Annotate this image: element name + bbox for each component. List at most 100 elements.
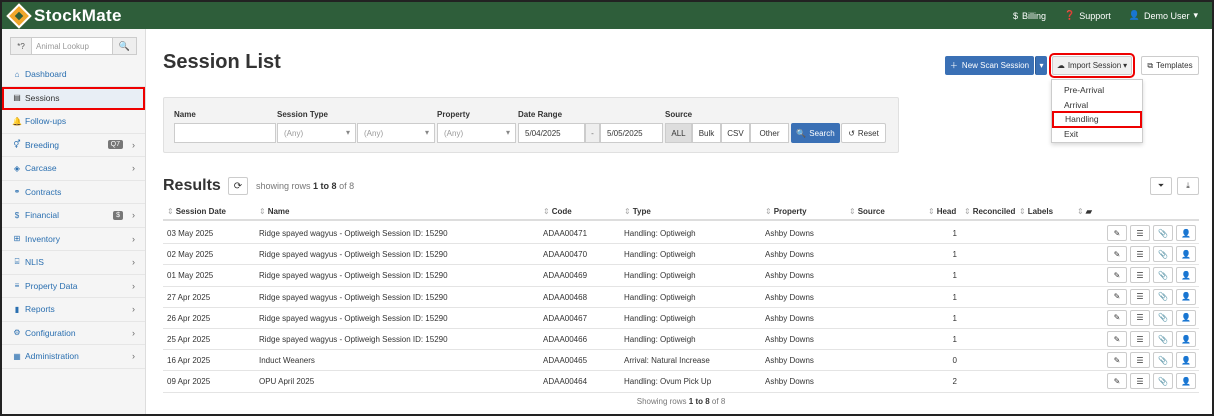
list-icon[interactable]: ☰ xyxy=(1130,373,1150,390)
paperclip-icon[interactable]: 📎 xyxy=(1153,225,1173,241)
user-icon[interactable]: 👤 xyxy=(1176,246,1196,263)
sidebar-item-property-data[interactable]: ≡ Property Data › xyxy=(2,275,145,298)
paperclip-icon[interactable]: 📎 xyxy=(1153,352,1173,369)
user-icon[interactable]: 👤 xyxy=(1176,225,1196,241)
paperclip-icon[interactable]: 📎 xyxy=(1153,373,1173,390)
search-button[interactable]: 🔍 Search xyxy=(791,123,840,143)
sidebar-item-breeding[interactable]: ⚥ Breeding Q7 › xyxy=(2,134,145,157)
refresh-icon[interactable]: ⟳ xyxy=(228,177,248,195)
sidebar-item-carcase[interactable]: ◈ Carcase › xyxy=(2,157,145,181)
table-row[interactable]: 01 May 2025 Ridge spayed wagyus - Optiwei… xyxy=(163,265,1199,287)
sidebar-item-administration[interactable]: ▦ Administration › xyxy=(2,345,145,369)
list-icon[interactable]: ☰ xyxy=(1130,246,1150,263)
edit-icon[interactable]: ✎ xyxy=(1107,246,1127,263)
col-type[interactable]: ⇕ Type xyxy=(624,207,651,216)
table-row[interactable]: 25 Apr 2025 Ridge spayed wagyus - Optiwei… xyxy=(163,329,1199,351)
cell-type: Handling: Optiweigh xyxy=(624,313,696,323)
col-reconciled[interactable]: ⇕ Reconciled xyxy=(964,207,1015,216)
list-icon[interactable]: ☰ xyxy=(1130,352,1150,369)
session-type-select[interactable]: (Any) xyxy=(277,123,356,143)
col-name[interactable]: ⇕ Name xyxy=(259,207,290,216)
source-bulk-toggle[interactable]: Bulk xyxy=(692,123,721,143)
user-menu[interactable]: 👤 Demo User ▾ xyxy=(1129,10,1198,21)
edit-icon[interactable]: ✎ xyxy=(1107,288,1127,305)
edit-icon[interactable]: ✎ xyxy=(1107,309,1127,326)
property-select[interactable]: (Any) xyxy=(437,123,516,143)
list-icon[interactable]: ☰ xyxy=(1130,309,1150,326)
list-icon[interactable]: ☰ xyxy=(1130,331,1150,347)
paperclip-icon[interactable]: 📎 xyxy=(1153,267,1173,284)
source-csv-toggle[interactable]: CSV xyxy=(721,123,750,143)
user-icon[interactable]: 👤 xyxy=(1176,288,1196,305)
new-scan-session-dropdown[interactable]: ▾ xyxy=(1035,56,1047,75)
menu-item-arrival[interactable]: Arrival xyxy=(1052,98,1142,113)
table-row[interactable]: 02 May 2025 Ridge spayed wagyus - Optiwei… xyxy=(163,244,1199,266)
paperclip-icon[interactable]: 📎 xyxy=(1153,246,1173,263)
billing-link[interactable]: $ Billing xyxy=(1013,10,1046,21)
col-property[interactable]: ⇕ Property xyxy=(765,207,807,216)
paperclip-icon[interactable]: 📎 xyxy=(1153,331,1173,347)
sidebar-item-configuration[interactable]: ⚙ Configuration › xyxy=(2,322,145,345)
sidebar-item-reports[interactable]: ▮ Reports › xyxy=(2,298,145,322)
reset-button[interactable]: ↺ Reset xyxy=(841,123,886,143)
cell-head: 0 xyxy=(952,356,957,366)
table-row[interactable]: 26 Apr 2025 Ridge spayed wagyus - Optiwei… xyxy=(163,308,1199,329)
download-icon[interactable]: ⤓ xyxy=(1177,177,1199,195)
session-subtype-select[interactable]: (Any) xyxy=(357,123,435,143)
import-session-button[interactable]: ☁ Import Session ▾ xyxy=(1049,53,1135,78)
sidebar-item-contracts[interactable]: ⚭ Contracts xyxy=(2,181,145,204)
col-source[interactable]: ⇕ Source xyxy=(849,207,885,216)
app-logo[interactable]: StockMate xyxy=(6,2,122,29)
source-other-toggle[interactable]: Other xyxy=(750,123,789,143)
sidebar-item-financial[interactable]: $ Financial $ › xyxy=(2,204,145,228)
col-head[interactable]: ⇕ Head xyxy=(928,207,956,216)
sidebar-item-sessions[interactable]: ▤ Sessions xyxy=(2,86,145,110)
col-session-date[interactable]: ⇕ Session Date xyxy=(167,207,226,216)
name-filter-input[interactable] xyxy=(174,123,276,143)
user-icon[interactable]: 👤 xyxy=(1176,373,1196,390)
sidebar-item-nlis[interactable]: ⌸ NLIS › xyxy=(2,251,145,275)
sidebar-item-dashboard[interactable]: ⌂ Dashboard xyxy=(2,63,145,87)
list-icon[interactable]: ☰ xyxy=(1130,225,1150,241)
menu-item-handling[interactable]: Handling xyxy=(1052,111,1142,128)
sidebar-item-inventory[interactable]: ⊞ Inventory › xyxy=(2,228,145,251)
filter-icon[interactable]: ⏷ xyxy=(1150,177,1172,195)
list-icon[interactable]: ☰ xyxy=(1130,267,1150,284)
table-row[interactable]: 09 Apr 2025 OPU April 2025 ADAA00464 Handli… xyxy=(163,371,1199,393)
edit-icon[interactable]: ✎ xyxy=(1107,352,1127,369)
new-scan-session-button[interactable]: ＋ New Scan Session xyxy=(945,56,1034,75)
source-label: Source xyxy=(665,110,693,119)
date-from-input[interactable]: 5/04/2025 xyxy=(518,123,585,143)
col-notes[interactable]: ⇕ ▰ xyxy=(1077,207,1092,216)
sidebar-item-label: Property Data xyxy=(25,280,78,291)
edit-icon[interactable]: ✎ xyxy=(1107,373,1127,390)
user-icon[interactable]: 👤 xyxy=(1176,267,1196,284)
paperclip-icon[interactable]: 📎 xyxy=(1153,288,1173,305)
support-link[interactable]: ❓ Support xyxy=(1064,10,1111,21)
user-icon[interactable]: 👤 xyxy=(1176,331,1196,347)
cell-name: Ridge spayed wagyus - Optiweigh Session … xyxy=(259,229,448,238)
cell-name: Ridge spayed wagyus - Optiweigh Session … xyxy=(259,313,448,323)
user-icon[interactable]: 👤 xyxy=(1176,352,1196,369)
paperclip-icon[interactable]: 📎 xyxy=(1153,309,1173,326)
menu-item-exit[interactable]: Exit xyxy=(1052,127,1142,142)
list-icon[interactable]: ☰ xyxy=(1130,288,1150,305)
table-row[interactable]: 27 Apr 2025 Ridge spayed wagyus - Optiwei… xyxy=(163,287,1199,308)
search-icon[interactable]: 🔍 xyxy=(113,37,137,55)
edit-icon[interactable]: ✎ xyxy=(1107,267,1127,284)
table-row[interactable]: 03 May 2025 Ridge spayed wagyus - Optiwei… xyxy=(163,223,1199,245)
date-to-input[interactable]: 5/05/2025 xyxy=(600,123,663,143)
edit-icon[interactable]: ✎ xyxy=(1107,225,1127,241)
lookup-prefix[interactable]: *? xyxy=(10,37,32,55)
col-labels[interactable]: ⇕ Labels xyxy=(1019,207,1053,216)
templates-button[interactable]: ⧉ Templates xyxy=(1141,56,1199,75)
animal-lookup-input[interactable]: Animal Lookup xyxy=(32,37,113,55)
user-icon[interactable]: 👤 xyxy=(1176,309,1196,326)
cell-type: Handling: Ovum Pick Up xyxy=(624,377,712,387)
source-all-toggle[interactable]: ALL xyxy=(665,123,692,143)
table-row[interactable]: 16 Apr 2025 Induct Weaners ADAA00465 Arriva… xyxy=(163,350,1199,372)
col-code[interactable]: ⇕ Code xyxy=(543,207,572,216)
sidebar-item-follow-ups[interactable]: 🔔 Follow-ups xyxy=(2,110,145,134)
edit-icon[interactable]: ✎ xyxy=(1107,331,1127,347)
menu-item-pre-arrival[interactable]: Pre-Arrival xyxy=(1052,83,1142,98)
